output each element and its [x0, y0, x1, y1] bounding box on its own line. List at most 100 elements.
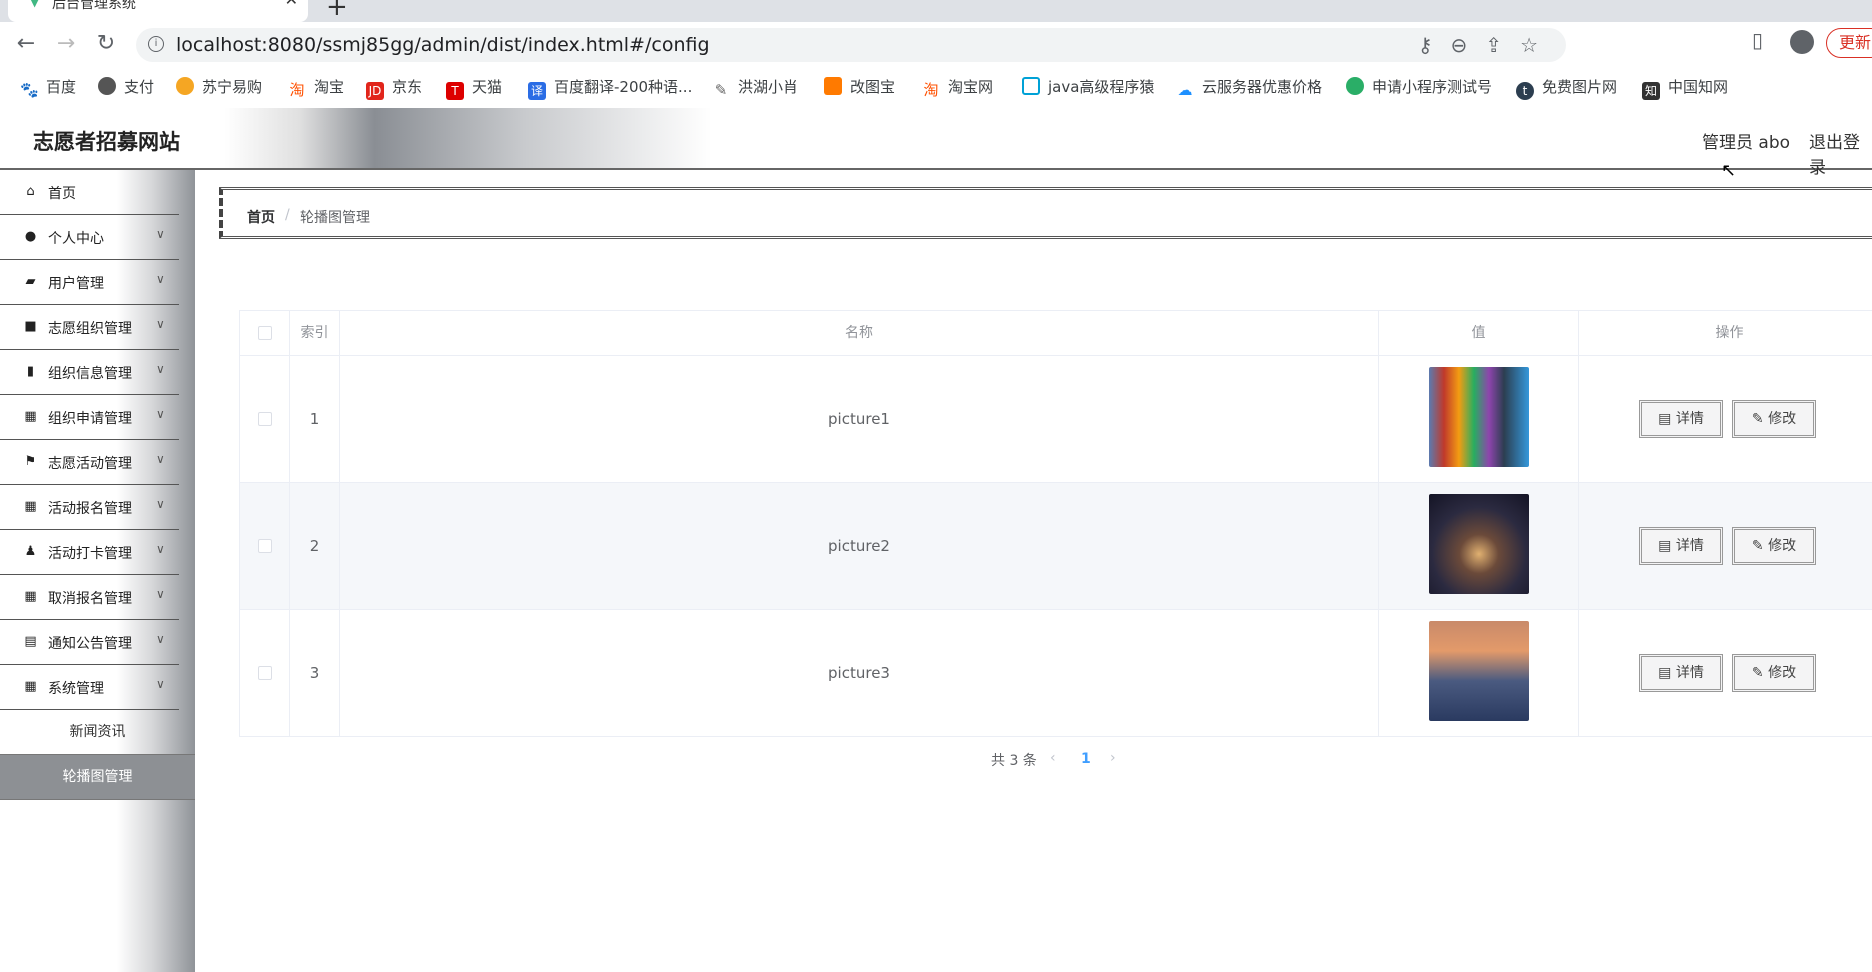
chevron-left-icon[interactable]: ‹ [1050, 750, 1056, 766]
bookmark-item[interactable]: 支付 [98, 76, 154, 97]
sidebar-item-notice-management[interactable]: ▤ 通知公告管理 ∨ [0, 620, 179, 665]
pagination-page[interactable]: 1 [1081, 751, 1091, 767]
row-index: 3 [290, 610, 340, 737]
row-actions: ▤ 详情 ✎ 修改 [1579, 483, 1872, 610]
sidebar-item-org-application[interactable]: ▦ 组织申请管理 ∨ [0, 395, 179, 440]
edit-button[interactable]: ✎ 修改 [1732, 400, 1816, 438]
new-tab-icon[interactable]: + [326, 0, 348, 22]
row-name: picture1 [340, 356, 1379, 483]
sidebar-item-home[interactable]: ⌂ 首页 [0, 170, 179, 215]
chevron-down-icon: ∨ [156, 407, 165, 421]
bird-icon: ✎ [714, 81, 728, 99]
edit-button[interactable]: ✎ 修改 [1732, 654, 1816, 692]
vue-logo-icon: ▼ [30, 0, 40, 9]
sidebar-item-checkin-management[interactable]: ♟ 活动打卡管理 ∨ [0, 530, 179, 575]
globe-icon [98, 77, 116, 95]
chevron-down-icon: ∨ [156, 452, 165, 466]
sidebar-item-org-info[interactable]: ▮ 组织信息管理 ∨ [0, 350, 179, 395]
detail-button[interactable]: ▤ 详情 [1639, 654, 1723, 692]
cnki-icon: 知 [1642, 82, 1660, 100]
table-row: 3 picture3 ▤ 详情 ✎ 修改 [240, 610, 1872, 737]
row-checkbox[interactable] [258, 666, 272, 680]
row-select-cell [240, 483, 290, 610]
site-info-icon[interactable]: i [148, 36, 164, 52]
profile-avatar-icon[interactable] [1790, 30, 1814, 54]
table-row: 2 picture2 ▤ 详情 ✎ 修改 [240, 483, 1872, 610]
row-checkbox[interactable] [258, 412, 272, 426]
update-button[interactable]: 更新 [1826, 28, 1872, 58]
breadcrumb-home[interactable]: 首页 [247, 207, 275, 227]
baidu-icon: 🐾 [20, 81, 39, 99]
bookmark-item[interactable]: ☁ 云服务器优惠价格 [1176, 76, 1323, 99]
chevron-down-icon: ∨ [156, 272, 165, 286]
chevron-down-icon: ∨ [156, 632, 165, 646]
header-select-all [240, 311, 290, 356]
sidebar-item-cancel-signup[interactable]: ▦ 取消报名管理 ∨ [0, 575, 179, 620]
sidebar-item-org-management[interactable]: ■ 志愿组织管理 ∨ [0, 305, 179, 350]
bookmark-item[interactable]: 淘淘宝 [288, 76, 344, 99]
sidebar-subitem-carousel[interactable]: 轮播图管理 [0, 755, 195, 800]
bookmark-item[interactable]: 🐾 百度 [20, 76, 76, 99]
chevron-right-icon[interactable]: › [1110, 750, 1116, 766]
sidebar-item-activity-management[interactable]: ⚑ 志愿活动管理 ∨ [0, 440, 179, 485]
browser-toolbar: ← → ↻ i localhost:8080/ssmj85gg/admin/di… [0, 22, 1872, 66]
row-select-cell [240, 610, 290, 737]
bookmark-item[interactable]: java高级程序猿 [1022, 76, 1154, 97]
reload-icon[interactable]: ↻ [92, 30, 120, 58]
bookmark-item[interactable]: t 免费图片网 [1516, 76, 1617, 100]
pagination-total: 共 3 条 [991, 753, 1037, 769]
carousel-thumbnail[interactable] [1429, 621, 1529, 721]
bookmark-item[interactable]: T 天猫 [446, 76, 502, 100]
bookmark-item[interactable]: 改图宝 [824, 76, 895, 97]
back-icon[interactable]: ← [12, 30, 40, 58]
bookmark-item[interactable]: ✎ 洪湖小肖 [712, 76, 798, 99]
side-panel-icon[interactable]: ▯ [1752, 28, 1763, 52]
bookmark-item[interactable]: 知中国知网 [1642, 76, 1728, 100]
sidebar-item-signup-management[interactable]: ▦ 活动报名管理 ∨ [0, 485, 179, 530]
carousel-table: 索引 名称 值 操作 1 picture1 ▤ 详情 ✎ 修改 2 pictur… [239, 310, 1872, 737]
carousel-thumbnail[interactable] [1429, 367, 1529, 467]
logout-link[interactable]: 退出登录 [1809, 128, 1872, 178]
video-icon: ■ [24, 319, 37, 334]
sidebar-item-user-management[interactable]: ▰ 用户管理 ∨ [0, 260, 179, 305]
chevron-down-icon: ∨ [156, 497, 165, 511]
chevron-up-icon: ∨ [156, 677, 165, 691]
sidebar-item-personal-center[interactable]: ● 个人中心 ∨ [0, 215, 179, 260]
bookmark-item[interactable]: JD 京东 [366, 76, 422, 100]
chart-icon: ▮ [26, 364, 35, 379]
clipboard-icon: ▤ [24, 634, 37, 649]
row-name: picture2 [340, 483, 1379, 610]
browser-tab[interactable]: ▼ 后台管理系统 ✕ [8, 0, 308, 22]
bookmark-item[interactable]: 淘淘宝网 [922, 76, 993, 99]
edit-button[interactable]: ✎ 修改 [1732, 527, 1816, 565]
cloud-icon: ☁ [1177, 81, 1193, 99]
detail-button[interactable]: ▤ 详情 [1639, 400, 1723, 438]
sidebar-item-system-management[interactable]: ▦ 系统管理 ∨ [0, 665, 179, 710]
close-tab-icon[interactable]: ✕ [285, 0, 298, 8]
row-select-cell [240, 356, 290, 483]
browser-tab-strip: ▼ 后台管理系统 ✕ + [0, 0, 1872, 22]
jd-icon: JD [366, 82, 384, 100]
header-name: 名称 [340, 311, 1379, 356]
forward-icon[interactable]: → [52, 30, 80, 58]
bookmark-item[interactable]: 苏宁易购 [176, 76, 262, 97]
grid-icon: ▦ [24, 589, 37, 604]
mouse-cursor-icon: ↖ [1721, 160, 1737, 181]
chevron-down-icon: ∨ [156, 227, 165, 241]
carousel-thumbnail[interactable] [1429, 494, 1529, 594]
bookmark-item[interactable]: 译百度翻译-200种语... [528, 76, 692, 100]
taobao-icon: 淘 [289, 81, 305, 99]
row-actions: ▤ 详情 ✎ 修改 [1579, 610, 1872, 737]
row-value-cell [1379, 483, 1579, 610]
chevron-down-icon: ∨ [156, 362, 165, 376]
address-bar[interactable]: i localhost:8080/ssmj85gg/admin/dist/ind… [136, 28, 1566, 62]
row-checkbox[interactable] [258, 539, 272, 553]
detail-button[interactable]: ▤ 详情 [1639, 527, 1723, 565]
url-text[interactable]: localhost:8080/ssmj85gg/admin/dist/index… [176, 34, 710, 56]
site-title: 志愿者招募网站 [33, 130, 180, 154]
sidebar-subitem-news[interactable]: 新闻资讯 [0, 710, 195, 755]
address-bar-icons[interactable]: ⚷⊖⇪☆ [1418, 33, 1556, 57]
breadcrumb-current: 轮播图管理 [300, 210, 370, 226]
bookmark-item[interactable]: 申请小程序测试号 [1346, 76, 1492, 97]
select-all-checkbox[interactable] [258, 326, 272, 340]
